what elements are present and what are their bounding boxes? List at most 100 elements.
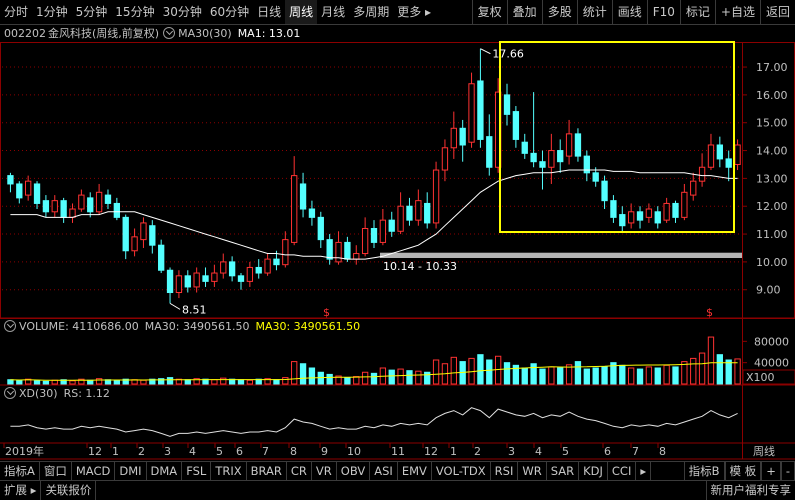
volume-bar [708, 337, 713, 384]
period-tab-8[interactable]: 月线 [317, 0, 349, 24]
candle-body [221, 262, 226, 273]
indicator-tab-6[interactable]: TRIX [211, 462, 246, 480]
period-tab-1[interactable]: 1分钟 [32, 0, 72, 24]
indicator-tab-16[interactable]: SAR [547, 462, 579, 480]
indicator-tab-2[interactable]: MACD [72, 462, 115, 480]
time-axis-label: 4 [535, 445, 542, 458]
xd-dropdown-icon[interactable] [4, 387, 16, 399]
indicator-tab-0[interactable]: 指标A [0, 462, 40, 480]
volume-bar [247, 380, 252, 384]
period-tab-10[interactable]: 更多 ▸ [393, 0, 435, 24]
indicator-tab-14[interactable]: RSI [491, 462, 519, 480]
period-tab-9[interactable]: 多周期 [349, 0, 393, 24]
candle-body [407, 206, 412, 220]
xd-label: XD(30) [19, 387, 58, 400]
toolbar-button-7[interactable]: +自选 [715, 0, 760, 24]
function-buttons: 复权叠加多股统计画线F10标记+自选返回 [472, 0, 795, 24]
toolbar-button-5[interactable]: F10 [647, 0, 680, 24]
indicator-tab-11[interactable]: ASI [370, 462, 398, 480]
period-tab-0[interactable]: 分时 [0, 0, 32, 24]
period-tab-7[interactable]: 周线 [285, 0, 317, 24]
indicator-tabs: 指标A窗口MACDDMIDMAFSLTRIXBRARCRVROBVASIEMVV… [0, 461, 795, 480]
candle-body [194, 273, 199, 287]
candle-body [735, 145, 740, 164]
period-tab-4[interactable]: 30分钟 [159, 0, 206, 24]
candle-body [522, 142, 527, 153]
period-tab-5[interactable]: 60分钟 [206, 0, 253, 24]
time-axis-label: 9 [321, 445, 328, 458]
indicator-tab-5[interactable]: FSL [182, 462, 211, 480]
ma-indicator-label[interactable]: MA30(30) [178, 27, 232, 40]
candle-body [52, 201, 57, 212]
indicator-tab-15[interactable]: WR [518, 462, 546, 480]
period-tab-2[interactable]: 5分钟 [72, 0, 112, 24]
volume-unit: X100 [746, 371, 775, 384]
indicator-right-tab-3[interactable]: - [781, 462, 795, 480]
low-label: 8.51 [182, 303, 207, 316]
volume-bar [167, 378, 172, 384]
indicator-tab-10[interactable]: OBV [337, 462, 370, 480]
volume-bar [283, 378, 288, 384]
candle-body [43, 201, 48, 212]
candle-body [726, 159, 731, 167]
promo-link[interactable]: 新用户福利专享 [706, 481, 795, 500]
candle-body [708, 145, 713, 167]
volume-bar [451, 357, 456, 384]
toolbar-button-0[interactable]: 复权 [472, 0, 507, 24]
candle-body [513, 112, 518, 140]
toolbar-button-6[interactable]: 标记 [680, 0, 715, 24]
toolbar-button-2[interactable]: 多股 [542, 0, 577, 24]
candle-body [238, 276, 243, 282]
related-quote-button[interactable]: 关联报价 [41, 481, 96, 500]
period-tab-6[interactable]: 日线 [253, 0, 285, 24]
indicator-dropdown-icon[interactable] [163, 27, 175, 39]
indicator-tab-9[interactable]: VR [312, 462, 337, 480]
volume-dropdown-icon[interactable] [4, 320, 16, 332]
indicator-tab-13[interactable]: VOL-TDX [432, 462, 491, 480]
price-axis-label: 9.00 [756, 284, 781, 297]
indicator-tab-7[interactable]: BRAR [247, 462, 287, 480]
toolbar-button-8[interactable]: 返回 [760, 0, 795, 24]
candle-body [185, 276, 190, 287]
toolbar-button-3[interactable]: 统计 [577, 0, 612, 24]
price-axis-label: 11.00 [756, 228, 788, 241]
indicator-tab-18[interactable]: CCI [608, 462, 636, 480]
volume-bar [274, 380, 279, 384]
expand-button[interactable]: 扩展 ▸ [0, 481, 41, 500]
volume-bar [292, 362, 297, 384]
candle-body [70, 209, 75, 217]
candle-body [398, 206, 403, 231]
indicator-right-tab-2[interactable]: + [761, 462, 781, 480]
indicator-tab-12[interactable]: EMV [398, 462, 432, 480]
indicator-tab-8[interactable]: CR [287, 462, 312, 480]
toolbar-button-1[interactable]: 叠加 [507, 0, 542, 24]
volume-bar [602, 367, 607, 384]
indicator-tab-4[interactable]: DMA [147, 462, 183, 480]
indicator-right-tab-1[interactable]: 模 板 [725, 462, 762, 480]
high-pointer [480, 49, 490, 54]
indicator-tab-3[interactable]: DMI [115, 462, 146, 480]
volume-bar [531, 364, 536, 384]
candle-body [425, 203, 430, 222]
candle-body [345, 242, 350, 259]
highlight-box [500, 42, 734, 232]
toolbar-button-4[interactable]: 画线 [612, 0, 647, 24]
time-axis-label: 11 [391, 445, 405, 458]
volume-bar [398, 369, 403, 384]
indicator-tab-17[interactable]: KDJ [579, 462, 608, 480]
volume-axis-label: 40000 [754, 357, 789, 370]
volume-bar [52, 380, 57, 384]
volume-bar [17, 380, 22, 384]
time-axis-label: 4 [189, 445, 196, 458]
range-label: 10.14 - 10.33 [383, 260, 457, 273]
volume-bar [238, 380, 243, 384]
candle-body [229, 262, 234, 276]
volume-bar [726, 360, 731, 384]
volume-header: VOLUME: 4110686.00 MA30: 3490561.50 MA30… [0, 318, 795, 334]
indicator-tab-19[interactable]: ▸ [636, 462, 651, 480]
indicator-right-tab-0[interactable]: 指标B [684, 462, 725, 480]
period-tab-3[interactable]: 15分钟 [111, 0, 158, 24]
volume-bar [371, 373, 376, 384]
time-axis-label: 12 [424, 445, 438, 458]
indicator-tab-1[interactable]: 窗口 [40, 462, 72, 480]
